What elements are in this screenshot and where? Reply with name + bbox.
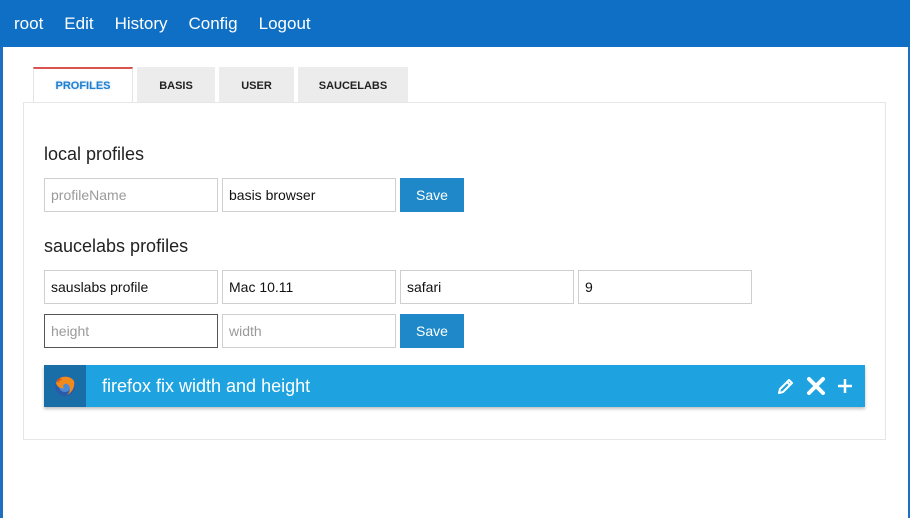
tab-user[interactable]: USER [219,67,294,102]
add-icon[interactable] [832,365,858,407]
sauce-os-input[interactable] [222,270,396,304]
sauce-profile-name-input[interactable] [44,270,218,304]
firefox-icon [44,365,86,407]
sauce-version-input[interactable] [578,270,752,304]
saucelabs-profiles-title: saucelabs profiles [44,236,189,256]
tab-bar: PROFILES BASIS USER SAUCELABS [33,67,412,102]
nav-config[interactable]: Config [189,0,238,47]
height-input[interactable] [44,314,218,348]
sauce-save-button[interactable]: Save [400,314,464,348]
tab-basis[interactable]: BASIS [137,67,215,102]
profile-name-input[interactable] [44,178,218,212]
nav-history[interactable]: History [115,0,168,47]
width-input[interactable] [222,314,396,348]
local-save-button[interactable]: Save [400,178,464,212]
tab-profiles[interactable]: PROFILES [33,67,133,102]
nav-root[interactable]: root [14,0,43,47]
top-navbar: root Edit History Config Logout [0,0,910,47]
profile-list-item[interactable]: firefox fix width and height [44,365,865,407]
profile-name: firefox fix width and height [102,376,311,396]
local-profiles-title: local profiles [44,144,145,164]
nav-logout[interactable]: Logout [259,0,311,47]
nav-edit[interactable]: Edit [64,0,93,47]
edit-icon[interactable] [773,365,799,407]
sauce-browser-input[interactable] [400,270,574,304]
tab-saucelabs[interactable]: SAUCELABS [298,67,408,102]
local-browser-input[interactable] [222,178,396,212]
delete-icon[interactable] [803,365,829,407]
